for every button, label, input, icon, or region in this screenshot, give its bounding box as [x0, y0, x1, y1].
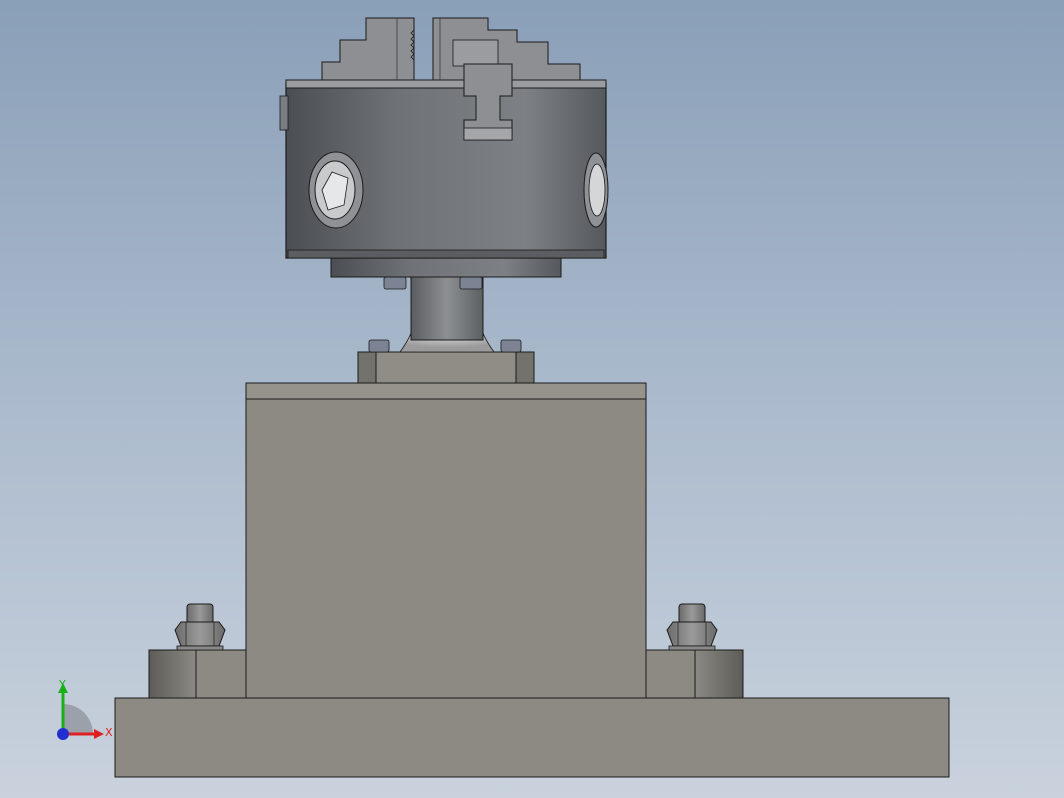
mount-pad-right-side	[694, 649, 744, 699]
cad-graphics-viewport[interactable]: Y X	[0, 0, 1064, 798]
chuck-key-hole-left[interactable]	[308, 151, 364, 229]
shaft-flange[interactable]	[357, 351, 535, 384]
base-plate[interactable]	[114, 697, 950, 778]
flange-screw-right[interactable]	[500, 339, 522, 353]
column-top-cap[interactable]	[245, 382, 647, 400]
triad-x-label: X	[105, 726, 113, 739]
chuck-back-plate[interactable]	[330, 257, 562, 278]
shaft-screw-right[interactable]	[459, 276, 483, 290]
hex-bolt-right[interactable]	[666, 603, 718, 651]
chuck-side-lug	[279, 95, 289, 131]
chuck-bottom-rim	[287, 249, 605, 259]
flange-screw-left[interactable]	[368, 339, 390, 353]
shaft-flange-left-face	[357, 351, 377, 384]
mount-pad-left-side	[148, 649, 197, 699]
shaft-screw-left[interactable]	[383, 276, 407, 290]
hex-bolt-left[interactable]	[174, 603, 226, 651]
axis-triad: Y X	[57, 678, 113, 740]
triad-x-arrowhead	[94, 729, 104, 739]
support-column[interactable]	[245, 398, 647, 699]
shaft-flange-right-face	[515, 351, 535, 384]
chuck-top-rim	[285, 79, 607, 89]
triad-y-label: Y	[58, 678, 66, 691]
triad-z-axis	[57, 728, 69, 740]
chuck-key-hole-right[interactable]	[583, 152, 609, 228]
chuck-jaw-left[interactable]	[321, 17, 415, 85]
cad-model-view[interactable]	[0, 0, 1064, 798]
